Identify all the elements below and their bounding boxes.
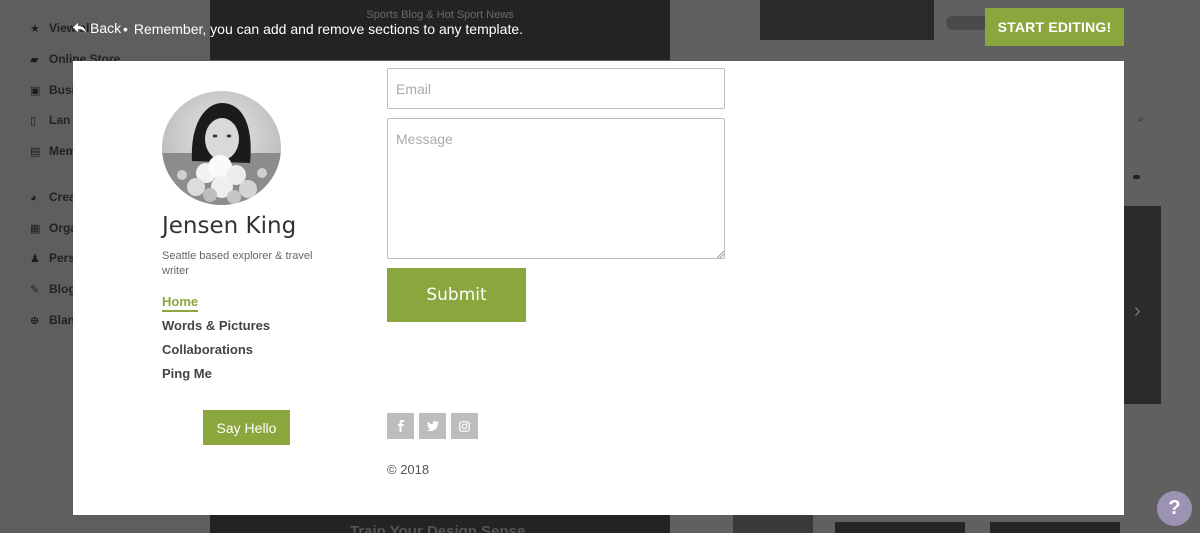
say-hello-button[interactable]: Say Hello bbox=[203, 410, 290, 445]
person-icon: ♟ bbox=[30, 253, 40, 265]
background-photo bbox=[990, 522, 1120, 533]
document-icon: ▯ bbox=[30, 115, 37, 127]
bg-sidebar-item-blank: ⊕ Blan bbox=[30, 313, 76, 327]
nav-item-label: Ping Me bbox=[162, 366, 212, 381]
pen-icon: ✎ bbox=[30, 284, 40, 296]
bg-sidebar-item-business: ▣ Busi bbox=[30, 83, 76, 97]
bg-sidebar-item-organization: ▦ Orga bbox=[30, 221, 78, 235]
undo-arrow-icon bbox=[72, 21, 87, 35]
bg-template-heading: Train Your Design Sense bbox=[350, 523, 526, 533]
instagram-icon[interactable] bbox=[451, 413, 478, 439]
help-button[interactable]: ? bbox=[1157, 491, 1192, 526]
social-links bbox=[387, 413, 478, 439]
template-notice: • Remember, you can add and remove sectio… bbox=[123, 21, 523, 37]
nav-item-collaborations[interactable]: Collaborations bbox=[162, 342, 270, 366]
bg-sidebar-item-members: ▤ Mem bbox=[30, 144, 77, 158]
back-button[interactable]: Back bbox=[72, 20, 121, 36]
email-field[interactable] bbox=[387, 68, 725, 109]
resize-grip-icon[interactable] bbox=[717, 251, 724, 258]
bg-sidebar-item-creative: ◕ Crea bbox=[30, 190, 76, 204]
profile-name: Jensen King bbox=[162, 213, 297, 239]
briefcase-icon: ▣ bbox=[30, 85, 41, 97]
nav-item-label: Home bbox=[162, 294, 199, 312]
members-icon: ▤ bbox=[30, 146, 41, 158]
background-dot bbox=[1133, 175, 1140, 179]
plus-circle-icon: ⊕ bbox=[30, 315, 40, 327]
background-photo bbox=[733, 515, 813, 533]
nav-item-words-pictures[interactable]: Words & Pictures bbox=[162, 318, 270, 342]
profile-tagline: Seattle based explorer & travel writer bbox=[162, 250, 313, 277]
search-icon: ⌕ bbox=[1138, 114, 1144, 125]
bg-sidebar-item-personal: ♟ Pers bbox=[30, 251, 76, 265]
building-icon: ▦ bbox=[30, 223, 41, 235]
background-template-preview-footer: Train Your Design Sense bbox=[210, 515, 670, 533]
copyright: © 2018 bbox=[387, 462, 430, 477]
start-editing-button[interactable]: START EDITING! bbox=[985, 8, 1124, 46]
bg-sidebar-item-blog: ✎ Blog bbox=[30, 282, 76, 296]
site-nav: Home Words & Pictures Collaborations Pin… bbox=[162, 294, 270, 390]
nav-item-ping-me[interactable]: Ping Me bbox=[162, 366, 270, 390]
template-preview-modal: Jensen King Seattle based explorer & tra… bbox=[73, 61, 1124, 515]
nav-item-label: Collaborations bbox=[162, 342, 254, 357]
back-label: Back bbox=[90, 20, 122, 36]
nav-item-label: Words & Pictures bbox=[162, 318, 271, 333]
facebook-icon[interactable] bbox=[387, 413, 414, 439]
notice-separator: • bbox=[123, 21, 128, 37]
palette-icon: ◕ bbox=[30, 192, 37, 204]
background-photo bbox=[835, 522, 965, 533]
avatar bbox=[162, 91, 281, 205]
bg-sidebar-item-landing: ▯ Lan bbox=[30, 113, 71, 127]
submit-button[interactable]: Submit bbox=[387, 268, 526, 322]
twitter-icon[interactable] bbox=[419, 413, 446, 439]
chevron-right-icon: › bbox=[1134, 300, 1141, 322]
preview-toolbar: Back • Remember, you can add and remove s… bbox=[0, 0, 1200, 60]
notice-text: Remember, you can add and remove section… bbox=[133, 21, 524, 37]
message-field[interactable] bbox=[387, 118, 725, 259]
nav-item-home[interactable]: Home bbox=[162, 294, 270, 318]
